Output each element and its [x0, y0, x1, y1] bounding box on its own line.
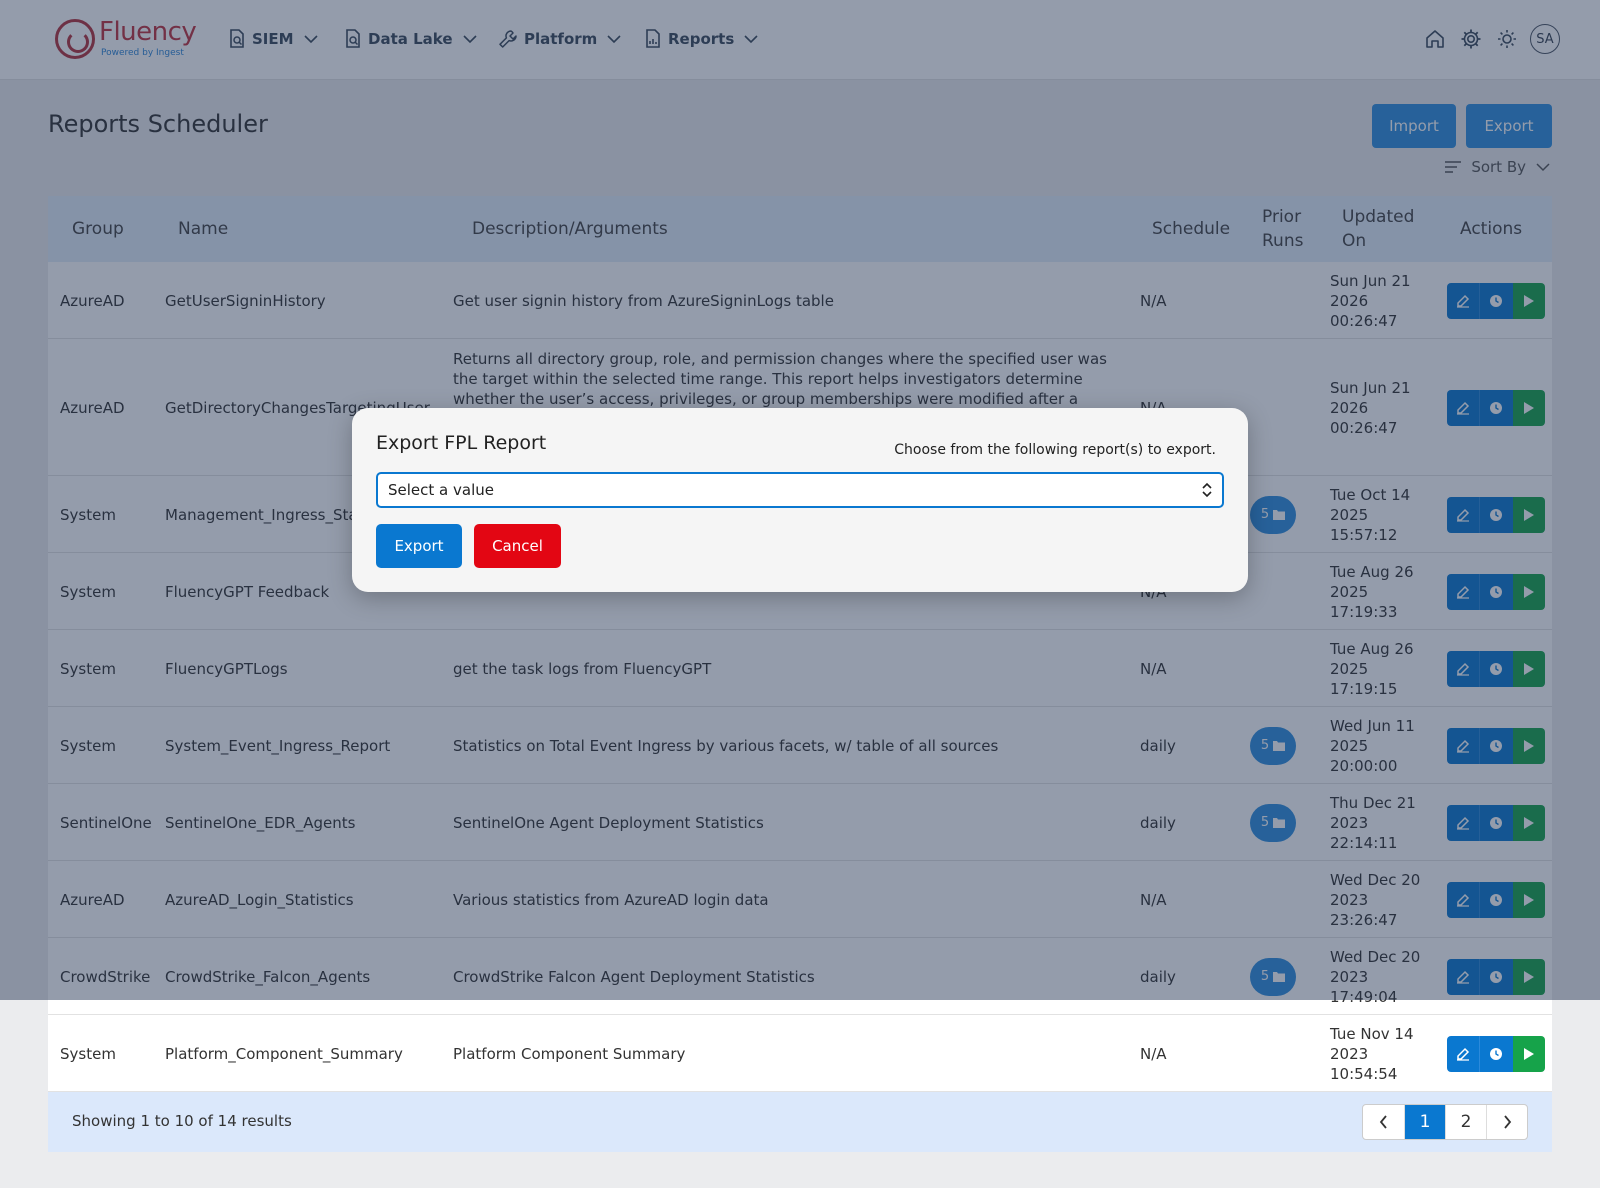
- next-page-button[interactable]: [1486, 1105, 1527, 1139]
- cell-description: Platform Component Summary: [453, 1044, 686, 1063]
- report-select-value: Select a value: [388, 481, 494, 499]
- schedule-button[interactable]: [1479, 1035, 1513, 1072]
- select-updown-icon: [1202, 482, 1212, 498]
- updated-on-line-3: 10:54:54: [1330, 1064, 1398, 1083]
- cell-group: System: [60, 1044, 116, 1063]
- modal-hint: Choose from the following report(s) to e…: [894, 442, 1216, 458]
- table-row[interactable]: System Platform_Component_Summary Platform…: [48, 1015, 1552, 1092]
- edit-icon: [1456, 1047, 1470, 1061]
- export-fpl-report-modal: Export FPL Report Choose from the follow…: [352, 408, 1248, 592]
- previous-page-button[interactable]: [1363, 1105, 1404, 1139]
- edit-button[interactable]: [1447, 1035, 1480, 1072]
- chevron-right-icon: [1503, 1115, 1511, 1129]
- clock-icon: [1489, 1047, 1503, 1061]
- cell-updated-on: Tue Nov 14 2023 10:54:54: [1330, 1024, 1414, 1084]
- cell-name[interactable]: Platform_Component_Summary: [165, 1044, 455, 1064]
- run-button[interactable]: [1512, 1035, 1545, 1072]
- row-actions: [1447, 1035, 1545, 1072]
- results-summary: Showing 1 to 10 of 14 results: [72, 1112, 292, 1130]
- chevron-left-icon: [1379, 1115, 1387, 1129]
- pagination-bar: Showing 1 to 10 of 14 results 1 2: [48, 1092, 1552, 1152]
- modal-title: Export FPL Report: [376, 432, 547, 454]
- report-select[interactable]: Select a value: [376, 472, 1224, 508]
- page-button-2[interactable]: 2: [1445, 1105, 1486, 1139]
- modal-export-button[interactable]: Export: [376, 524, 462, 568]
- play-icon: [1523, 1047, 1535, 1061]
- updated-on-line-2: 2023: [1330, 1044, 1369, 1063]
- cell-schedule: N/A: [1140, 1044, 1167, 1063]
- updated-on-line-1: Tue Nov 14: [1330, 1024, 1414, 1043]
- modal-cancel-button[interactable]: Cancel: [474, 524, 561, 568]
- page-button-1[interactable]: 1: [1404, 1105, 1445, 1139]
- pagination: 1 2: [1362, 1104, 1528, 1140]
